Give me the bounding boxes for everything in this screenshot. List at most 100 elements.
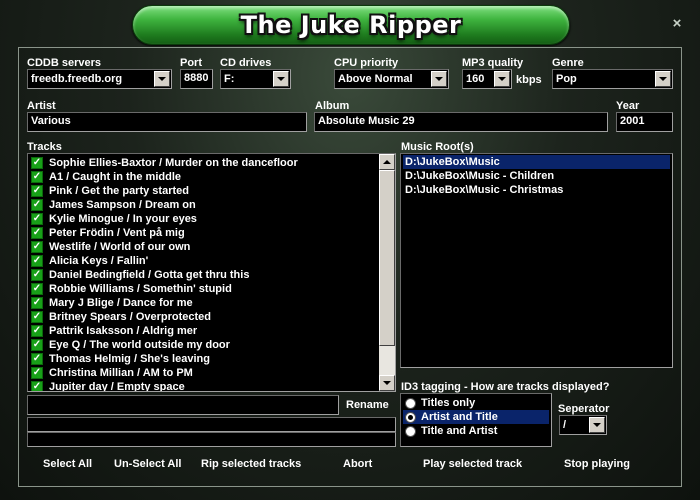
rename-field[interactable] (27, 395, 339, 415)
checkbox-checked-icon[interactable]: ✓ (31, 171, 43, 183)
id3-option[interactable]: Titles only (403, 396, 549, 410)
stop-playing-button[interactable]: Stop playing (564, 458, 630, 470)
artist-field[interactable]: Various (27, 112, 307, 132)
app-title: The Juke Ripper (240, 11, 462, 39)
select-all-button[interactable]: Select All (43, 458, 92, 470)
track-item[interactable]: ✓ Westlife / World of our own (31, 240, 190, 254)
port-label: Port (180, 57, 202, 69)
radio-icon[interactable] (405, 411, 416, 423)
checkbox-checked-icon[interactable]: ✓ (31, 297, 43, 309)
track-item[interactable]: ✓ Eye Q / The world outside my door (31, 338, 230, 352)
cddb-server-value: freedb.freedb.org (31, 73, 123, 85)
music-root-item[interactable]: D:\JukeBox\Music (403, 155, 670, 169)
scrollbar-thumb[interactable] (379, 170, 395, 346)
track-label: Jupiter day / Empty space (49, 381, 185, 392)
checkbox-checked-icon[interactable]: ✓ (31, 241, 43, 253)
mp3-quality-select[interactable]: 160 (462, 69, 512, 89)
music-root-item[interactable]: D:\JukeBox\Music - Christmas (403, 183, 670, 197)
cddb-server-select[interactable]: freedb.freedb.org (27, 69, 172, 89)
track-item[interactable]: ✓ Thomas Helmig / She's leaving (31, 352, 210, 366)
year-field[interactable]: 2001 (616, 112, 673, 132)
checkbox-checked-icon[interactable]: ✓ (31, 381, 43, 391)
title-bar[interactable]: The Juke Ripper (132, 5, 570, 45)
genre-select[interactable]: Pop (552, 69, 673, 89)
track-item[interactable]: ✓ Sophie Ellies-Baxtor / Murder on the da… (31, 156, 298, 170)
checkbox-checked-icon[interactable]: ✓ (31, 283, 43, 295)
checkbox-checked-icon[interactable]: ✓ (31, 199, 43, 211)
music-roots-list[interactable]: D:\JukeBox\Music D:\JukeBox\Music - Child… (400, 153, 673, 368)
music-roots-label: Music Root(s) (401, 141, 474, 153)
checkbox-checked-icon[interactable]: ✓ (31, 227, 43, 239)
separator-value: / (563, 419, 567, 431)
track-item[interactable]: ✓ Pattrik Isaksson / Aldrig mer (31, 324, 197, 338)
track-item[interactable]: ✓ Robbie Williams / Somethin' stupid (31, 282, 232, 296)
app-window: The Juke Ripper × CDDB servers Port CD d… (0, 0, 700, 500)
track-label: Robbie Williams / Somethin' stupid (49, 283, 232, 295)
genre-value: Pop (556, 73, 577, 85)
rip-selected-button[interactable]: Rip selected tracks (201, 458, 301, 470)
track-label: Daniel Bedingfield / Gotta get thru this (49, 269, 250, 281)
mp3-quality-label: MP3 quality (462, 57, 524, 69)
checkbox-checked-icon[interactable]: ✓ (31, 157, 43, 169)
track-item[interactable]: ✓ Kylie Minogue / In your eyes (31, 212, 197, 226)
track-label: Westlife / World of our own (49, 241, 191, 253)
track-label: Mary J Blige / Dance for me (49, 297, 193, 309)
checkbox-checked-icon[interactable]: ✓ (31, 367, 43, 379)
track-item[interactable]: ✓ A1 / Caught in the middle (31, 170, 181, 184)
close-icon[interactable]: × (669, 16, 685, 32)
checkbox-checked-icon[interactable]: ✓ (31, 339, 43, 351)
checkbox-checked-icon[interactable]: ✓ (31, 213, 43, 225)
album-label: Album (315, 100, 350, 112)
genre-label: Genre (552, 57, 584, 69)
play-selected-button[interactable]: Play selected track (423, 458, 522, 470)
id3-option[interactable]: Title and Artist (403, 424, 549, 438)
checkbox-checked-icon[interactable]: ✓ (31, 353, 43, 365)
track-item[interactable]: ✓ Peter Frödin / Vent på mig (31, 226, 185, 240)
music-root-item[interactable]: D:\JukeBox\Music - Children (403, 169, 670, 183)
track-item[interactable]: ✓ Pink / Get the party started (31, 184, 189, 198)
track-item[interactable]: ✓ Mary J Blige / Dance for me (31, 296, 193, 310)
cpu-priority-value: Above Normal (338, 73, 413, 85)
scroll-down-icon[interactable] (379, 375, 395, 391)
artist-label: Artist (27, 100, 56, 112)
track-label: Peter Frödin / Vent på mig (49, 227, 185, 239)
track-item[interactable]: ✓ Alicia Keys / Fallin' (31, 254, 148, 268)
track-label: Kylie Minogue / In your eyes (49, 213, 197, 225)
id3-option-label: Title and Artist (421, 425, 498, 437)
chevron-down-icon[interactable] (655, 71, 671, 87)
scrollbar-track[interactable] (379, 346, 395, 375)
track-item[interactable]: ✓ Christina Millian / AM to PM (31, 366, 193, 380)
track-label: Britney Spears / Overprotected (49, 311, 212, 323)
checkbox-checked-icon[interactable]: ✓ (31, 325, 43, 337)
id3-option[interactable]: Artist and Title (403, 410, 549, 424)
mp3-quality-value: 160 (466, 73, 485, 85)
port-field[interactable]: 8880 (180, 69, 213, 89)
track-item[interactable]: ✓ Britney Spears / Overprotected (31, 310, 211, 324)
radio-icon[interactable] (405, 425, 416, 437)
unselect-all-button[interactable]: Un-Select All (114, 458, 181, 470)
chevron-down-icon[interactable] (273, 71, 289, 87)
cd-drives-label: CD drives (220, 57, 272, 69)
scroll-up-icon[interactable] (379, 154, 395, 170)
abort-button[interactable]: Abort (343, 458, 372, 470)
album-field[interactable]: Absolute Music 29 (314, 112, 608, 132)
separator-select[interactable]: / (559, 415, 607, 435)
track-item[interactable]: ✓ James Sampson / Dream on (31, 198, 196, 212)
chevron-down-icon[interactable] (154, 71, 170, 87)
tracks-list[interactable]: ✓ Jupiter day / Empty space ✓ Christina Mil… (27, 153, 396, 392)
track-item[interactable]: ✓ Daniel Bedingfield / Gotta get thru thi… (31, 268, 249, 282)
chevron-down-icon[interactable] (589, 417, 605, 433)
checkbox-checked-icon[interactable]: ✓ (31, 311, 43, 323)
chevron-down-icon[interactable] (431, 71, 447, 87)
checkbox-checked-icon[interactable]: ✓ (31, 255, 43, 267)
radio-icon[interactable] (405, 397, 416, 409)
cd-drive-select[interactable]: F: (220, 69, 291, 89)
chevron-down-icon[interactable] (494, 71, 510, 87)
rename-button[interactable]: Rename (346, 399, 389, 411)
tracks-scrollbar[interactable] (379, 154, 395, 391)
cpu-priority-select[interactable]: Above Normal (334, 69, 449, 89)
track-item[interactable]: ✓ Jupiter day / Empty space (31, 380, 185, 392)
checkbox-checked-icon[interactable]: ✓ (31, 269, 43, 281)
checkbox-checked-icon[interactable]: ✓ (31, 185, 43, 197)
track-label: Sophie Ellies-Baxtor / Murder on the dan… (49, 157, 298, 169)
